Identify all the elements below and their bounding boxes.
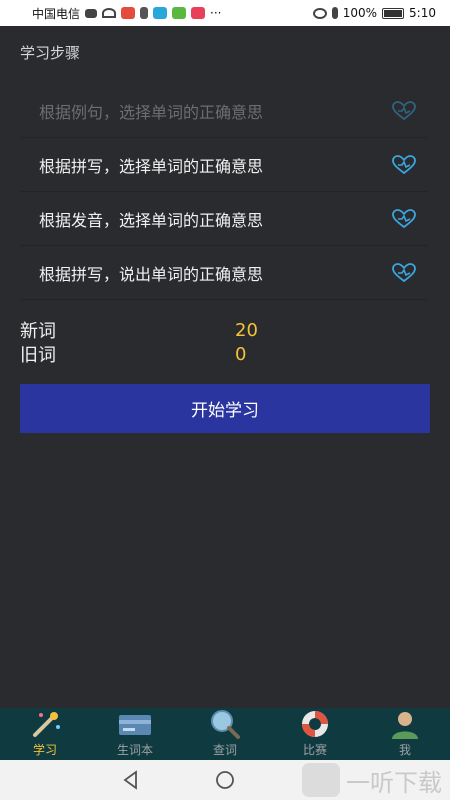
battery-percent: 100% — [342, 6, 378, 20]
lifebuoy-icon — [302, 711, 328, 737]
carrier-label: 中国电信 — [32, 6, 81, 21]
tab-label: 查词 — [212, 743, 237, 757]
step-label: 根据拼写，说出单词的正确意思 — [39, 264, 264, 284]
word-counts: 新词 20 旧词 0 — [20, 318, 320, 367]
watermark-text: 一听下载 — [346, 768, 442, 797]
new-words-label: 新词 — [20, 321, 56, 342]
clock: 5:10 — [409, 6, 436, 20]
heart-icon[interactable] — [392, 154, 416, 175]
tab-label: 我 — [398, 743, 411, 757]
signal-icon — [85, 8, 98, 18]
user-icon — [392, 712, 418, 739]
back-icon[interactable] — [120, 769, 142, 791]
eye-icon — [312, 7, 327, 19]
home-icon[interactable] — [214, 769, 236, 791]
watermark: 一听下载 — [302, 760, 450, 800]
step-item[interactable]: 根据发音，选择单词的正确意思 — [20, 192, 428, 246]
magic-wand-icon — [33, 712, 60, 737]
tab-study[interactable]: 学习 — [0, 708, 90, 760]
tab-label: 学习 — [32, 743, 57, 757]
step-list: 根据例句，选择单词的正确意思 根据拼写，选择单词的正确意思 根据发音，选择单词的… — [20, 84, 428, 300]
heart-icon[interactable] — [392, 100, 416, 121]
status-bar: 中国电信 ··· 100% 5:10 — [0, 0, 450, 26]
tab-contest[interactable]: 比赛 — [270, 708, 360, 760]
bluetooth-icon — [331, 7, 338, 19]
card-icon — [119, 715, 151, 735]
battery-icon — [382, 7, 405, 19]
app-notification-icon — [191, 7, 206, 19]
step-label: 根据发音，选择单词的正确意思 — [39, 210, 264, 230]
app-notification-icon — [172, 7, 187, 19]
usb-icon — [140, 7, 149, 19]
bottom-tab-bar: 学习 生词本 查词 比赛 我 — [0, 708, 450, 760]
app-notification-icon — [153, 7, 168, 19]
tab-label: 比赛 — [302, 743, 327, 757]
tab-me[interactable]: 我 — [360, 708, 450, 760]
start-learning-button[interactable]: 开始学习 — [20, 384, 430, 433]
new-words-count: 20 — [235, 319, 258, 341]
step-label: 根据例句，选择单词的正确意思 — [39, 102, 264, 122]
step-item[interactable]: 根据拼写，选择单词的正确意思 — [20, 138, 428, 192]
step-label: 根据拼写，选择单词的正确意思 — [39, 156, 264, 176]
section-title: 学习步骤 — [20, 44, 81, 62]
old-words-label: 旧词 — [20, 345, 56, 366]
watermark-logo-icon — [302, 763, 340, 797]
step-item[interactable]: 根据例句，选择单词的正确意思 — [20, 84, 428, 138]
more-notifications: ··· — [210, 6, 222, 20]
tab-vocab-book[interactable]: 生词本 — [90, 708, 180, 760]
tab-lookup[interactable]: 查词 — [180, 708, 270, 760]
app-notification-icon — [121, 7, 136, 19]
old-words-count: 0 — [235, 343, 247, 365]
magnifier-icon — [211, 710, 240, 739]
wifi-icon — [102, 8, 117, 18]
heart-icon[interactable] — [392, 208, 416, 229]
tab-label: 生词本 — [116, 743, 153, 757]
heart-icon[interactable] — [392, 262, 416, 283]
step-item[interactable]: 根据拼写，说出单词的正确意思 — [20, 246, 428, 300]
